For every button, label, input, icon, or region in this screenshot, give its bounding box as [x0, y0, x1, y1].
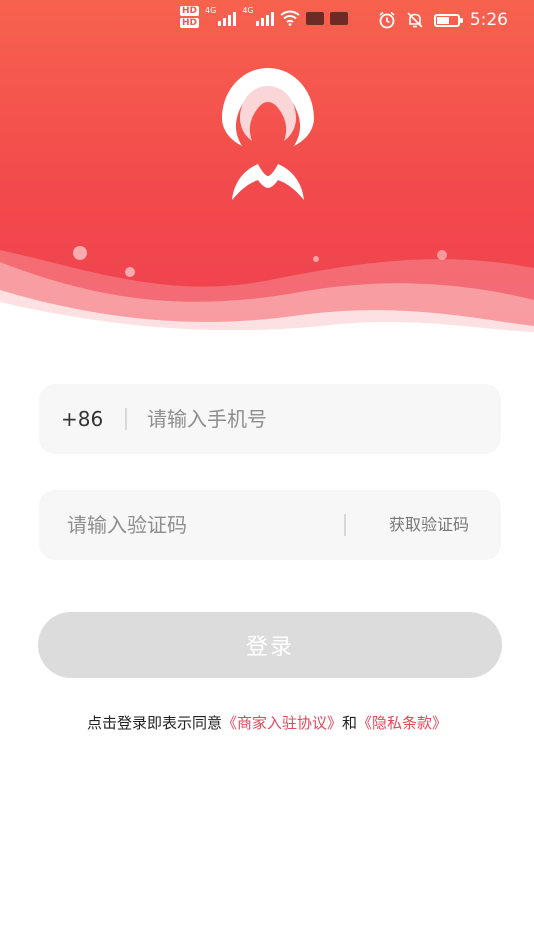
notification-icon: [305, 11, 324, 25]
field-divider: [125, 408, 127, 430]
signal-icon: [218, 10, 237, 26]
bubble-dot: [73, 246, 87, 260]
bubble-dot: [125, 267, 135, 277]
agreement-text: 点击登录即表示同意《商家入驻协议》和《隐私条款》: [0, 712, 534, 733]
header-banner: HD HD 4G 4G 5:26: [0, 0, 534, 340]
get-code-button[interactable]: 获取验证码: [389, 490, 469, 560]
country-code[interactable]: +86: [61, 384, 103, 454]
app-logo-icon: [222, 68, 314, 200]
network-label: 4G: [242, 6, 254, 15]
verification-code-input[interactable]: [67, 490, 357, 560]
login-button[interactable]: 登录: [38, 612, 502, 678]
merchant-agreement-link[interactable]: 《商家入驻协议》: [222, 714, 342, 732]
mute-icon: [407, 12, 423, 28]
bubble-dot: [313, 256, 319, 262]
hd-label: HD: [180, 6, 200, 16]
hd-label: HD: [180, 18, 200, 28]
status-time: 5:26: [469, 10, 508, 30]
signal-icon: [255, 10, 274, 26]
notification-icon: [329, 11, 348, 25]
battery-icon: [433, 13, 463, 27]
privacy-policy-link[interactable]: 《隐私条款》: [357, 714, 447, 732]
wifi-icon: [279, 10, 300, 26]
status-bar: HD HD 4G 4G 5:26: [0, 0, 534, 40]
verification-field: 获取验证码: [39, 490, 501, 560]
alarm-icon: [379, 11, 395, 29]
agreement-conjunction: 和: [342, 714, 358, 732]
field-divider: [344, 514, 346, 536]
phone-field: +86: [39, 384, 501, 454]
network-label: 4G: [205, 6, 217, 15]
bubble-dot: [437, 250, 447, 260]
phone-input[interactable]: [147, 384, 477, 454]
agreement-prefix: 点击登录即表示同意: [86, 714, 222, 732]
hd-icon: HD HD: [180, 6, 200, 30]
